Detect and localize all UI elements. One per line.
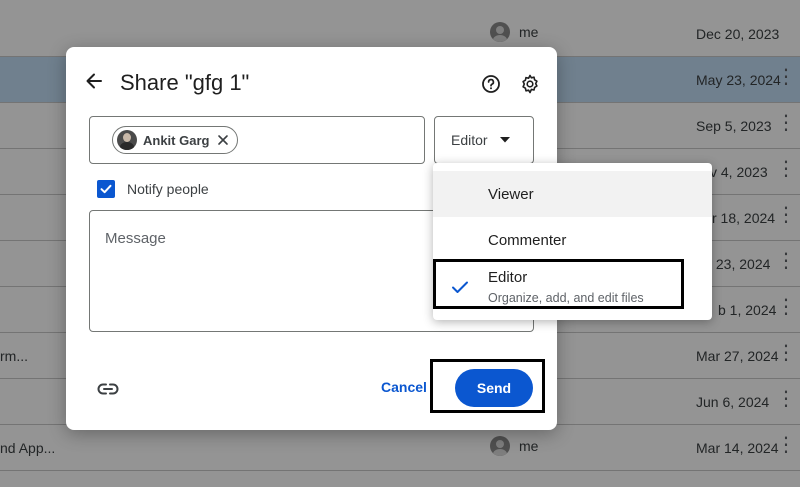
- checkmark-icon: [450, 277, 470, 297]
- role-option-commenter[interactable]: Commenter: [433, 217, 712, 263]
- close-icon: [218, 135, 229, 145]
- add-people-input[interactable]: Ankit Garg: [89, 116, 425, 164]
- send-button[interactable]: Send: [455, 369, 533, 407]
- message-placeholder: Message: [105, 230, 166, 247]
- role-option-label: Editor: [488, 269, 528, 286]
- role-option-label: Commenter: [488, 232, 567, 249]
- settings-button[interactable]: [518, 72, 542, 96]
- person-chip[interactable]: Ankit Garg: [112, 126, 239, 154]
- role-option-description: Organize, add, and edit files: [488, 291, 644, 305]
- avatar: [117, 130, 137, 150]
- person-chip-name: Ankit Garg: [143, 132, 210, 148]
- role-option-label: Viewer: [488, 186, 534, 203]
- role-select-value: Editor: [451, 132, 488, 148]
- role-select[interactable]: Editor: [434, 116, 534, 164]
- link-icon: [97, 383, 119, 395]
- back-button[interactable]: [82, 69, 106, 93]
- copy-link-button[interactable]: [96, 377, 120, 401]
- role-option-editor[interactable]: Editor Organize, add, and edit files: [433, 263, 712, 315]
- notify-people-checkbox[interactable]: [97, 180, 115, 198]
- role-menu: Viewer Commenter Editor Organize, add, a…: [433, 163, 712, 320]
- help-icon: [482, 75, 500, 93]
- cancel-button[interactable]: Cancel: [381, 379, 427, 395]
- help-button[interactable]: [480, 73, 502, 95]
- dialog-title: Share "gfg 1": [120, 70, 250, 95]
- gear-icon: [522, 74, 538, 94]
- role-option-viewer[interactable]: Viewer: [433, 171, 712, 217]
- caret-down-icon: [499, 137, 510, 143]
- checkmark-icon: [100, 184, 112, 194]
- remove-person-button[interactable]: [215, 132, 231, 148]
- notify-people-label: Notify people: [127, 181, 209, 197]
- arrow-back-icon: [86, 73, 102, 89]
